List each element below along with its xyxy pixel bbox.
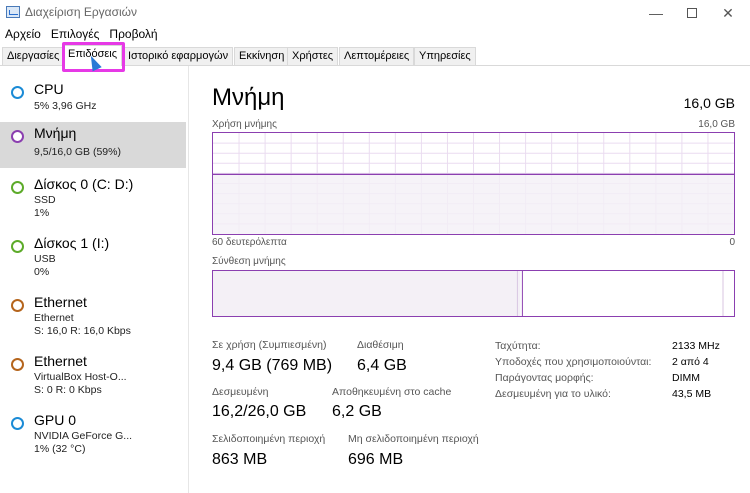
memory-composition-bar: [212, 270, 735, 317]
resource-sidebar: CPU 5% 3,96 GHz Μνήμη 9,5/16,0 GB (59%) …: [0, 66, 189, 493]
ethernet-indicator-icon: [11, 299, 24, 312]
sidebar-item-detail-2: 1%: [34, 207, 50, 219]
committed-label: Δεσμευμένη: [212, 386, 269, 398]
minimize-icon: —: [649, 5, 663, 21]
cached-label: Αποθηκευμένη στο cache: [332, 386, 452, 398]
sidebar-item-detail-2: S: 16,0 R: 16,0 Kbps: [34, 325, 131, 337]
available-value: 6,4 GB: [357, 357, 407, 374]
total-memory: 16,0 GB: [683, 95, 735, 111]
close-icon: ✕: [722, 4, 734, 21]
slots-used-label: Υποδοχές που χρησιμοποιούνται:: [495, 356, 652, 368]
window-title: Διαχείριση Εργασιών: [25, 5, 138, 19]
close-button[interactable]: ✕: [706, 0, 750, 26]
memory-indicator-icon: [11, 130, 24, 143]
menu-file[interactable]: Αρχείο: [0, 26, 46, 44]
sidebar-item-detail: USB: [34, 253, 56, 265]
tab-users[interactable]: Χρήστες: [287, 47, 339, 65]
task-manager-icon: [6, 6, 20, 18]
ethernet-indicator-icon: [11, 358, 24, 371]
speed-label: Ταχύτητα:: [495, 340, 541, 352]
memory-composition-chart: [213, 271, 724, 316]
tab-app-history[interactable]: Ιστορικό εφαρμογών: [123, 47, 234, 65]
nonpaged-pool-label: Μη σελιδοποιημένη περιοχή: [348, 433, 479, 445]
maximize-icon: [687, 8, 697, 18]
title-bar: Διαχείριση Εργασιών — ✕: [0, 0, 750, 26]
sidebar-item-disk-0[interactable]: Δίσκος 0 (C: D:) SSD 1%: [0, 173, 186, 231]
slots-used-value: 2 από 4: [672, 356, 709, 368]
sidebar-item-detail-2: S: 0 R: 0 Kbps: [34, 384, 102, 396]
cpu-indicator-icon: [11, 86, 24, 99]
sidebar-item-detail: 9,5/16,0 GB (59%): [34, 146, 121, 158]
sidebar-item-ethernet-1[interactable]: Ethernet Ethernet S: 16,0 R: 16,0 Kbps: [0, 291, 186, 349]
sidebar-item-label: Δίσκος 0 (C: D:): [34, 176, 134, 192]
graph-time-end: 0: [729, 237, 735, 248]
form-factor-value: DIMM: [672, 372, 700, 384]
usage-graph-label: Χρήση μνήμης: [212, 119, 277, 130]
usage-graph-max: 16,0 GB: [698, 119, 735, 130]
memory-usage-chart: [213, 133, 734, 234]
sidebar-item-ethernet-2[interactable]: Ethernet VirtualBox Host-O... S: 0 R: 0 …: [0, 350, 186, 408]
hardware-reserved-value: 43,5 MB: [672, 388, 712, 400]
sidebar-item-detail: 5% 3,96 GHz: [34, 100, 97, 112]
sidebar-item-gpu-0[interactable]: GPU 0 NVIDIA GeForce G... 1% (32 °C): [0, 409, 186, 467]
sidebar-item-detail: Ethernet: [34, 312, 74, 324]
memory-usage-graph: [212, 132, 735, 235]
nonpaged-pool-value: 696 MB: [348, 451, 404, 468]
sidebar-item-label: Δίσκος 1 (I:): [34, 235, 110, 251]
gpu-indicator-icon: [11, 417, 24, 430]
sidebar-item-memory[interactable]: Μνήμη 9,5/16,0 GB (59%): [0, 122, 186, 168]
sidebar-item-label: Ethernet: [34, 353, 87, 369]
sidebar-item-detail-2: 0%: [34, 266, 50, 278]
form-factor-label: Παράγοντας μορφής:: [495, 372, 594, 384]
sidebar-item-detail: SSD: [34, 194, 56, 206]
sidebar-item-label: Μνήμη: [34, 125, 77, 141]
composition-label: Σύνθεση μνήμης: [212, 256, 286, 267]
sidebar-item-label: GPU 0: [34, 412, 77, 428]
paged-pool-label: Σελιδοποιημένη περιοχή: [212, 433, 326, 445]
sidebar-item-detail: VirtualBox Host-O...: [34, 371, 127, 383]
tab-services[interactable]: Υπηρεσίες: [414, 47, 476, 65]
usage-area: [213, 174, 734, 234]
sidebar-item-label: CPU: [34, 81, 64, 97]
tab-processes[interactable]: Διεργασίες: [2, 47, 65, 65]
sidebar-item-disk-1[interactable]: Δίσκος 1 (I:) USB 0%: [0, 232, 186, 290]
disk-indicator-icon: [11, 240, 24, 253]
page-title: Μνήμη: [212, 84, 285, 111]
sidebar-item-detail: NVIDIA GeForce G...: [34, 430, 133, 442]
paged-pool-value: 863 MB: [212, 451, 268, 468]
tab-startup[interactable]: Εκκίνηση: [234, 47, 290, 65]
speed-value: 2133 MHz: [672, 340, 720, 352]
in-use-value: 9,4 GB (769 MB): [212, 357, 333, 374]
hardware-reserved-label: Δεσμευμένη για το υλικό:: [495, 388, 611, 400]
available-label: Διαθέσιμη: [357, 339, 404, 351]
composition-in-use: [213, 271, 521, 316]
in-use-label: Σε χρήση (Συμπιεσμένη): [212, 339, 327, 351]
disk-indicator-icon: [11, 181, 24, 194]
tab-details[interactable]: Λεπτομέρειες: [339, 47, 415, 65]
sidebar-item-detail-2: 1% (32 °C): [34, 443, 86, 455]
committed-value: 16,2/26,0 GB: [212, 403, 307, 420]
sidebar-item-label: Ethernet: [34, 294, 87, 310]
cached-value: 6,2 GB: [332, 403, 382, 420]
graph-time-label: 60 δευτερόλεπτα: [212, 237, 287, 248]
